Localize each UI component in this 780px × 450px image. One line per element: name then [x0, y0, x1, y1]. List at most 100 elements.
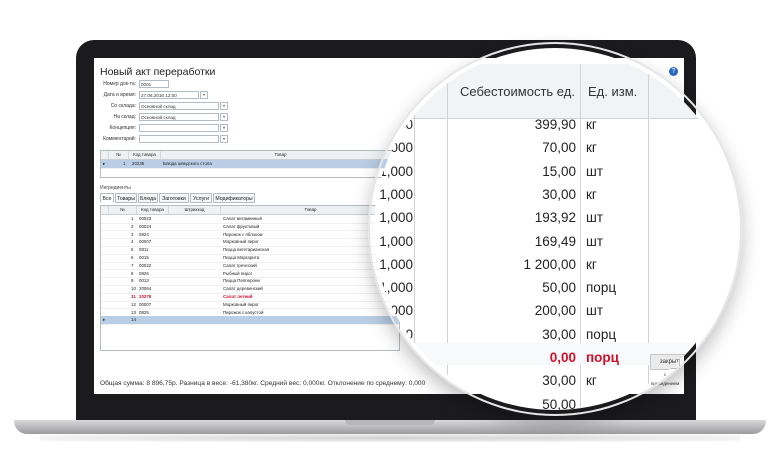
cell-name: Салат витаминный: [223, 216, 262, 221]
form-row: Со склада: Основной склад ▾: [94, 102, 234, 111]
magnified-row: 000 0,00 порц: [374, 350, 736, 373]
cell-qty: 1,000: [379, 163, 413, 179]
cell-qty: 1,000: [379, 256, 413, 272]
form-label: Концепция:: [109, 125, 136, 131]
cell-num: 1: [131, 216, 134, 221]
cell-cost: 193,92: [534, 210, 576, 226]
magnified-row: 30,00 кг: [374, 373, 736, 396]
cell-num: 4: [131, 239, 134, 245]
column-header-product[interactable]: Товар: [161, 151, 401, 159]
cell-code: 0826: [139, 270, 149, 276]
cell-name: Пирожок с капустой: [223, 309, 264, 315]
form-field[interactable]: [139, 124, 219, 132]
top-grid: № Код товара Товар ▸ 1 20235 Блюда шведс…: [100, 150, 401, 178]
ingredients-label: Ингредиенты: [100, 185, 131, 191]
cell-qty: 1,000: [379, 140, 413, 156]
row-product: Блюда шведского стола: [163, 161, 212, 166]
ingredients-grid-header: № Код товара Штрихкод Товар: [101, 206, 401, 215]
magnified-grid: Себестоимость ед. Ед. изм. закрыть 1,000…: [374, 48, 736, 410]
cell-name: Пицца Маргарита: [223, 255, 260, 260]
form-row: Комментарий: ▾: [94, 135, 234, 144]
cell-name: Салат фруктовый: [223, 223, 260, 229]
cell-name: Салат деревенский: [223, 286, 263, 292]
table-row[interactable]: ▸ 1 20235 Блюда шведского стола: [101, 160, 399, 169]
row-pointer-icon: ▸: [103, 317, 106, 323]
cell-name: Салат греческий: [223, 262, 257, 268]
column-header-cost[interactable]: Себестоимость ед.: [460, 84, 575, 99]
form-label: Комментарий:: [103, 136, 136, 142]
laptop-mockup: Новый акт переработки ? Номер док-та:000…: [0, 0, 780, 450]
cell-cost: 15,00: [542, 163, 576, 179]
tab-3[interactable]: Заготовки: [159, 193, 189, 203]
cell-cost: 200,00: [534, 303, 576, 319]
magnified-row: 1,000 1 200,00 кг: [374, 257, 736, 280]
cell-cost: 50,00: [542, 396, 576, 410]
form-field[interactable]: [139, 135, 219, 143]
magnified-row: 1,000 200,00 шт: [374, 303, 736, 326]
form-field[interactable]: Основной склад: [139, 113, 219, 121]
cell-cost: 50,00: [542, 280, 576, 296]
form-label: Со склада:: [110, 103, 136, 109]
chevron-down-icon[interactable]: ▾: [220, 113, 228, 121]
cell-num: 10: [131, 286, 136, 292]
cell-name: Пицца Пепперони: [223, 278, 260, 284]
cell-unit: кг: [586, 186, 597, 202]
table-row[interactable]: 14 ▸: [101, 316, 399, 325]
cell-qty: 1,000: [379, 210, 413, 226]
form-field[interactable]: Основной склад: [139, 102, 219, 110]
ingredients-grid: № Код товара Штрихкод Товар 1 00023 Салат …: [100, 205, 401, 351]
cell-code: 20064: [139, 286, 152, 292]
laptop-shadow: [40, 434, 740, 442]
cell-unit: порц: [586, 280, 617, 296]
column-header-barcode[interactable]: Штрихкод: [169, 206, 221, 214]
top-grid-header: № Код товара Товар: [101, 151, 401, 160]
magnified-row: 1,000 15,00 шт: [374, 164, 736, 187]
column-header-code[interactable]: Код товара: [137, 206, 169, 214]
magnified-row: 50,00: [374, 397, 736, 410]
chevron-down-icon[interactable]: ▾: [220, 135, 228, 143]
form-row: Номер док-та: 0001: [94, 80, 234, 89]
row-num: 1: [123, 161, 126, 166]
cell-cost: 70,00: [542, 140, 576, 156]
cell-code: 00024: [139, 223, 152, 229]
column-header-unit[interactable]: Ед. изм.: [588, 84, 637, 99]
column-header-num[interactable]: №: [109, 151, 129, 159]
form-label: На склад:: [113, 114, 136, 120]
cell-unit: шт: [586, 210, 604, 226]
form-field[interactable]: 0001: [139, 80, 169, 88]
cell-name: Салат летний: [223, 294, 253, 299]
cell-num: 7: [131, 262, 134, 268]
cell-code: 20279: [139, 294, 152, 299]
form-label: Дата и время:: [103, 92, 136, 98]
cell-num: 12: [131, 301, 136, 307]
cell-code: 00007: [139, 301, 152, 307]
cell-unit: кг: [586, 117, 597, 132]
magnified-row: 1,000 50,00 порц: [374, 280, 736, 303]
cell-cost: 0,00: [549, 350, 576, 365]
cell-qty: 1,000: [379, 186, 413, 202]
magnified-row: 1,000 30,00 порц: [374, 327, 736, 350]
cell-name: Морковный пирог: [223, 301, 259, 307]
cell-cost: 30,00: [542, 326, 576, 342]
row-code: 20235: [132, 161, 145, 166]
tab-0[interactable]: Все: [100, 193, 114, 203]
cell-num: 11: [131, 294, 136, 299]
cell-code: 0825: [139, 309, 149, 315]
cell-code: 00022: [139, 262, 152, 268]
chevron-down-icon[interactable]: ▾: [200, 91, 208, 99]
cell-num: 9: [131, 278, 134, 284]
chevron-down-icon[interactable]: ▾: [220, 102, 228, 110]
tab-1[interactable]: Товары: [115, 193, 137, 203]
chevron-down-icon[interactable]: ▾: [220, 124, 228, 132]
form-field[interactable]: 27.06.2016 12:00: [139, 91, 199, 99]
cell-qty: 1,000: [379, 117, 413, 132]
tab-5[interactable]: Модификаторы: [213, 193, 255, 203]
tab-4[interactable]: Услуги: [190, 193, 212, 203]
magnified-row: 1,000 169,49 шт: [374, 234, 736, 257]
tab-2[interactable]: Блюда: [138, 193, 158, 203]
column-header-code[interactable]: Код товара: [129, 151, 161, 159]
cell-qty: 1,000: [379, 303, 413, 319]
cell-num: 6: [131, 255, 134, 260]
column-header-num[interactable]: №: [109, 206, 137, 214]
magnified-row: 1,000 70,00 кг: [374, 140, 736, 163]
